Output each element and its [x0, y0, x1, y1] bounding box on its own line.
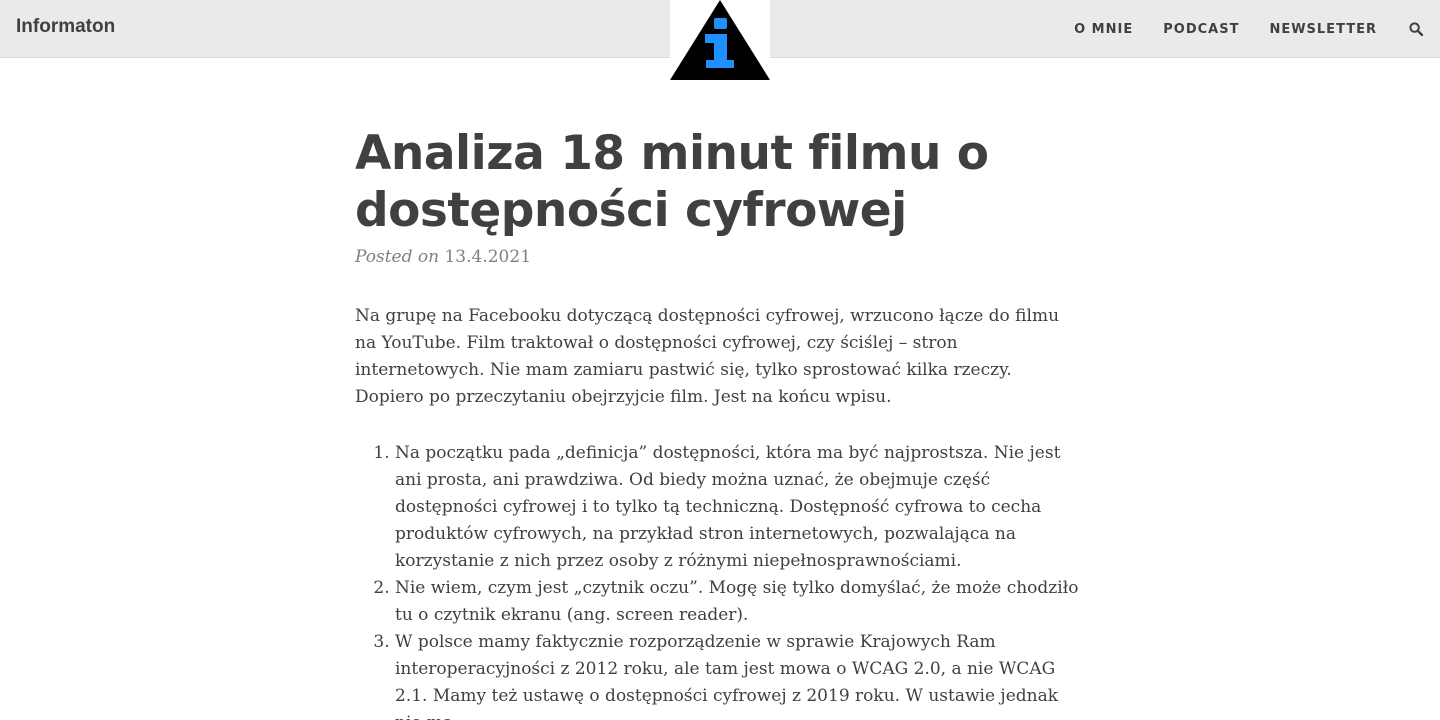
article: Analiza 18 minut filmu o dostępności cyf…	[355, 125, 1085, 720]
search-button[interactable]	[1392, 0, 1440, 58]
site-logo[interactable]	[670, 0, 770, 80]
intro-paragraph: Na grupę na Facebooku dotyczącą dostępno…	[355, 306, 1060, 407]
search-icon	[1409, 22, 1423, 36]
post-body: Na grupę na Facebooku dotyczącą dostępno…	[355, 303, 1085, 720]
post-title: Analiza 18 minut filmu o dostępności cyf…	[355, 126, 989, 238]
nav-item-o-mnie[interactable]: O MNIE	[1059, 22, 1148, 37]
top-navbar: Informaton O MNIE PODCAST NEWSLETTER	[0, 0, 1440, 80]
posted-on-label: Posted on	[355, 247, 440, 267]
list-item: Na początku pada „definicja” dostępności…	[395, 440, 1085, 575]
site-brand-link[interactable]: Informaton	[16, 16, 115, 38]
list-item: Nie wiem, czym jest „czytnik oczu”. Mogę…	[395, 575, 1085, 629]
main-nav: O MNIE PODCAST NEWSLETTER	[1059, 0, 1440, 58]
nav-item-newsletter[interactable]: NEWSLETTER	[1254, 22, 1392, 37]
post-meta: Posted on 13.4.2021	[355, 247, 1085, 267]
info-triangle-icon	[670, 0, 770, 80]
nav-item-podcast[interactable]: PODCAST	[1148, 22, 1254, 37]
list-item: W polsce mamy faktycznie rozporządzenie …	[395, 629, 1085, 720]
post-date: 13.4.2021	[444, 247, 532, 267]
numbered-list: Na początku pada „definicja” dostępności…	[355, 440, 1085, 720]
